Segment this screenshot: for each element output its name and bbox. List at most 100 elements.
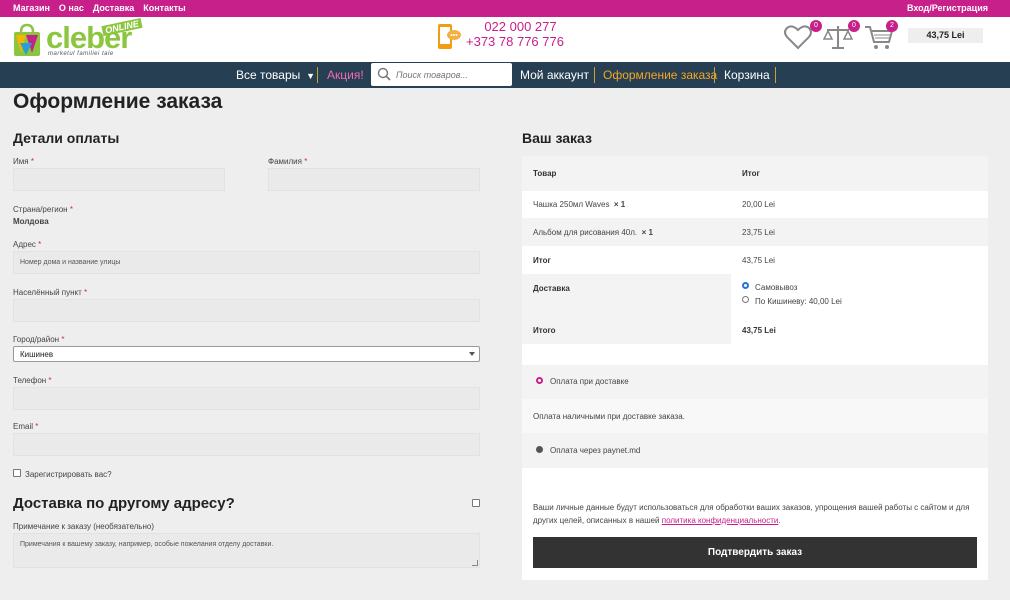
payment-cod-radio[interactable] xyxy=(536,377,543,384)
phone-1[interactable]: 022 000 277 xyxy=(466,19,564,34)
shipping-title: Доставка по другому адресу? xyxy=(13,495,235,512)
locality-label: Населённый пункт * xyxy=(13,288,87,297)
nav-cart[interactable]: Корзина xyxy=(724,62,770,88)
payment-cod-label: Оплата при доставке xyxy=(550,377,629,386)
country-label: Страна/регион * xyxy=(13,205,73,214)
city-label: Город/район * xyxy=(13,335,64,344)
city-label-text: Город/район xyxy=(13,335,60,344)
phone-chat-icon xyxy=(438,24,461,49)
compare-count-badge: 0 xyxy=(848,20,860,32)
first-name-label-text: Имя xyxy=(13,157,29,166)
search-icon[interactable] xyxy=(377,67,391,81)
cart-total[interactable]: 43,75 Lei xyxy=(908,28,983,43)
last-name-label: Фамилия * xyxy=(268,157,307,166)
logo[interactable]: cleber ONLINE marketul familiei tale xyxy=(12,17,147,59)
header: cleber ONLINE marketul familiei tale 022… xyxy=(0,17,1010,62)
top-link-delivery[interactable]: Доставка xyxy=(93,3,134,13)
phone-2[interactable]: +373 78 776 776 xyxy=(466,34,564,49)
nav-all-products[interactable]: Все товары ▼ xyxy=(236,62,315,88)
item-name-text: Альбом для рисования 40л. xyxy=(533,228,638,237)
last-name-label-text: Фамилия xyxy=(268,157,302,166)
main-nav: Все товары ▼ Акция! Мой аккаунт Оформлен… xyxy=(0,62,1010,88)
nav-separator xyxy=(714,67,715,83)
chevron-down-icon xyxy=(469,352,475,356)
country-label-text: Страна/регион xyxy=(13,205,68,214)
register-label: Зарегистрировать вас? xyxy=(25,470,112,479)
delivery-pickup-label: Самовывоз xyxy=(755,283,798,292)
delivery-city-radio[interactable] xyxy=(742,296,749,303)
phone-label: Телефон * xyxy=(13,376,52,385)
required-mark: * xyxy=(69,205,73,214)
delivery-label: Доставка xyxy=(533,284,570,293)
resize-handle-icon[interactable] xyxy=(472,560,478,566)
phone-field[interactable] xyxy=(13,387,480,410)
payment-cod-desc-row: Оплата наличными при доставке заказа. xyxy=(522,399,988,433)
register-checkbox[interactable] xyxy=(13,469,21,477)
privacy-notice: Ваши личные данные будут использоваться … xyxy=(533,501,977,527)
total-value: 43,75 Lei xyxy=(742,326,776,335)
subtotal-value: 43,75 Lei xyxy=(742,256,775,265)
wishlist-count-badge: 0 xyxy=(810,20,822,32)
col-product-header: Товар xyxy=(533,169,557,178)
search-input[interactable] xyxy=(396,66,508,83)
payment-paynet-radio[interactable] xyxy=(536,446,543,453)
last-name-field[interactable] xyxy=(268,168,480,191)
shopping-bag-logo-icon xyxy=(14,23,40,56)
confirm-order-button[interactable]: Подтвердить заказ xyxy=(533,537,977,568)
address-label: Адрес * xyxy=(13,240,41,249)
item-name: Чашка 250мл Waves × 1 xyxy=(533,200,625,209)
locality-field[interactable] xyxy=(13,299,480,322)
ship-different-checkbox[interactable] xyxy=(472,499,480,507)
city-select[interactable]: Кишинев xyxy=(13,346,480,362)
nav-checkout[interactable]: Оформление заказа xyxy=(603,62,717,88)
payment-paynet-label: Оплата через paynet.md xyxy=(550,446,641,455)
top-links: Магазин О нас Доставка Контакты xyxy=(13,3,186,13)
nav-separator xyxy=(594,67,595,83)
nav-separator xyxy=(317,67,318,83)
order-notes-label: Примечание к заказу (необязательно) xyxy=(13,522,154,531)
caret-down-icon: ▼ xyxy=(303,71,316,81)
required-mark: * xyxy=(38,240,42,249)
required-mark: * xyxy=(304,157,308,166)
item-qty: × 1 xyxy=(613,200,626,209)
address-label-text: Адрес xyxy=(13,240,36,249)
payment-cod-desc: Оплата наличными при доставке заказа. xyxy=(533,412,685,421)
top-link-about[interactable]: О нас xyxy=(59,3,84,13)
phone-label-text: Телефон xyxy=(13,376,47,385)
total-label-cell: Итого xyxy=(522,316,731,344)
top-link-shop[interactable]: Магазин xyxy=(13,3,50,13)
payment-cod-row[interactable]: Оплата при доставке xyxy=(522,365,988,399)
table-row: Альбом для рисования 40л. × 1 23,75 Lei xyxy=(522,218,988,246)
search-box xyxy=(371,63,512,86)
email-label: Email * xyxy=(13,422,38,431)
email-field[interactable] xyxy=(13,433,480,456)
order-title: Ваш заказ xyxy=(522,130,592,146)
table-row: Чашка 250мл Waves × 1 20,00 Lei xyxy=(522,191,988,218)
address-field[interactable]: Номер дома и название улицы xyxy=(13,251,480,274)
login-register-link[interactable]: Вход/Регистрация xyxy=(907,3,988,13)
nav-my-account[interactable]: Мой аккаунт xyxy=(520,62,589,88)
delivery-pickup-radio[interactable] xyxy=(742,282,749,289)
item-price: 23,75 Lei xyxy=(742,228,775,237)
required-mark: * xyxy=(61,335,65,344)
required-mark: * xyxy=(84,288,88,297)
payment-paynet-row[interactable]: Оплата через paynet.md xyxy=(522,433,988,468)
item-price: 20,00 Lei xyxy=(742,200,775,209)
nav-promo[interactable]: Акция! xyxy=(327,62,364,88)
heart-icon[interactable] xyxy=(783,23,813,51)
top-link-contacts[interactable]: Контакты xyxy=(143,3,185,13)
item-qty: × 1 xyxy=(641,228,653,237)
top-bar: Магазин О нас Доставка Контакты Вход/Рег… xyxy=(0,0,1010,17)
phone-numbers: 022 000 277 +373 78 776 776 xyxy=(466,19,564,49)
order-notes-placeholder: Примечания к вашему заказу, например, ос… xyxy=(20,541,274,548)
privacy-end: . xyxy=(778,516,781,525)
total-label: Итого xyxy=(533,326,556,335)
order-notes-field[interactable]: Примечания к вашему заказу, например, ос… xyxy=(13,533,480,568)
first-name-field[interactable] xyxy=(13,168,225,191)
required-mark: * xyxy=(48,376,52,385)
required-mark: * xyxy=(35,422,39,431)
nav-separator xyxy=(775,67,776,83)
col-total-header: Итог xyxy=(742,169,760,178)
city-select-value: Кишинев xyxy=(20,350,54,359)
privacy-policy-link[interactable]: политика конфиденциальности xyxy=(662,516,779,525)
